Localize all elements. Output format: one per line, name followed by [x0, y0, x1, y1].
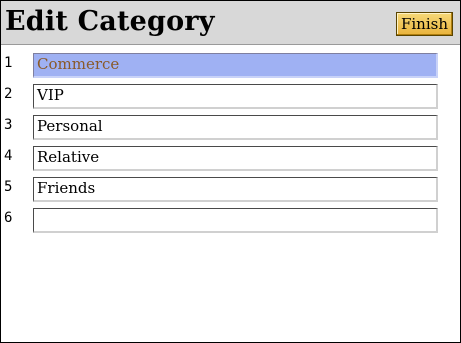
category-name-field[interactable]: Relative — [33, 146, 438, 171]
category-name-field[interactable]: Friends — [33, 177, 438, 202]
row-number: 6 — [4, 210, 13, 226]
category-row-5[interactable]: 5 Friends — [1, 175, 460, 205]
page-title: Edit Category — [5, 6, 215, 37]
finish-button[interactable]: Finish — [395, 12, 453, 36]
category-row-1[interactable]: 1 Commerce — [1, 51, 460, 81]
category-name-field[interactable] — [33, 208, 438, 233]
header-bar: Edit Category Finish — [1, 1, 460, 45]
category-row-6[interactable]: 6 — [1, 206, 460, 236]
row-number: 3 — [4, 117, 13, 133]
category-row-3[interactable]: 3 Personal — [1, 113, 460, 143]
edit-category-screen: Edit Category Finish 1 Commerce 2 VIP 3 … — [0, 0, 461, 343]
category-name-field[interactable]: VIP — [33, 84, 438, 109]
category-name-field[interactable]: Commerce — [33, 53, 438, 78]
row-number: 1 — [4, 55, 13, 71]
row-number: 2 — [4, 86, 13, 102]
category-row-4[interactable]: 4 Relative — [1, 144, 460, 174]
row-number: 4 — [4, 148, 13, 164]
row-number: 5 — [4, 179, 13, 195]
category-name-field[interactable]: Personal — [33, 115, 438, 140]
category-row-2[interactable]: 2 VIP — [1, 82, 460, 112]
